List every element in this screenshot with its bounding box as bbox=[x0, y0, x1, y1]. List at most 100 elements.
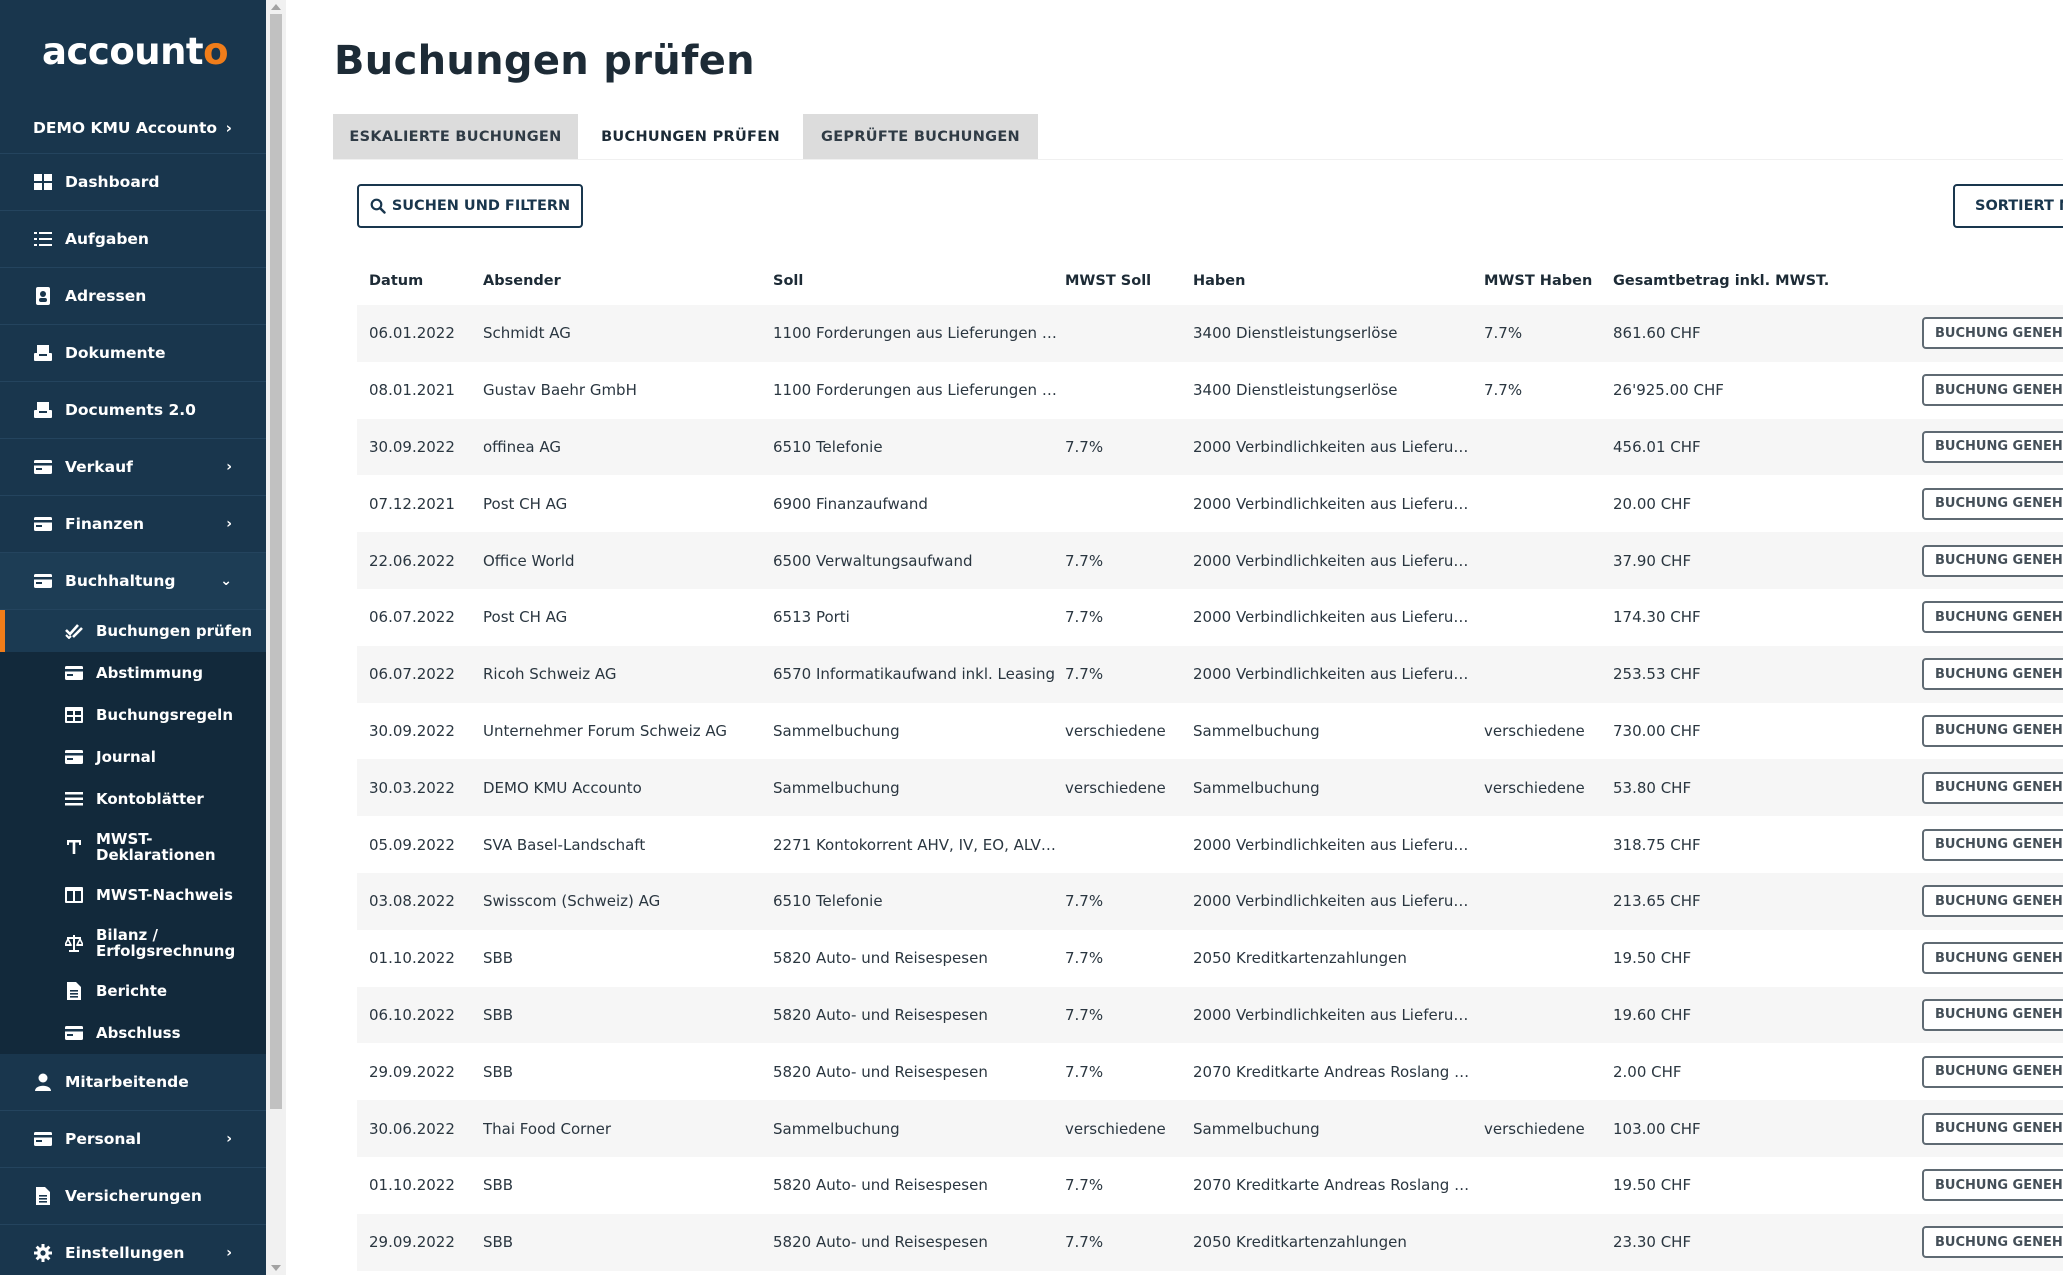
table-row[interactable]: 01.10.2022 SBB 5820 Auto- und Reisespesen 7… bbox=[357, 929, 2063, 987]
sidebar-item-personal[interactable]: Personal › bbox=[0, 1111, 266, 1168]
col-header-absender[interactable]: Absender bbox=[483, 273, 773, 289]
table-row[interactable]: 08.01.2021 Gustav Baehr GmbH 1100 Forderun… bbox=[357, 361, 2063, 419]
table-row[interactable]: 05.09.2022 SVA Basel-Landschaft 2271 Konto… bbox=[357, 816, 2063, 873]
accounto-logo[interactable]: account o bbox=[0, 0, 266, 102]
col-header-datum[interactable]: Datum bbox=[357, 273, 483, 289]
cell-actions: BUCHUNG GENEH bbox=[1922, 771, 2063, 804]
approve-booking-button[interactable]: BUCHUNG GENEH bbox=[1922, 1112, 2063, 1145]
table-row[interactable]: 30.09.2022 offinea AG 6510 Telefonie 7.7% 20… bbox=[357, 418, 2063, 476]
sidebar-item-einstellungen[interactable]: Einstellungen › bbox=[0, 1225, 266, 1275]
scrollbar-thumb[interactable] bbox=[270, 14, 282, 1109]
cell-mwst-soll: 7.7% bbox=[1065, 1005, 1104, 1024]
cell-haben: 2000 Verbindlichkeiten aus Lieferung... bbox=[1193, 551, 1484, 570]
cell-absender: Post CH AG bbox=[483, 608, 568, 627]
tab-gepruefte-buchungen[interactable]: GEPRÜFTE BUCHUNGEN bbox=[803, 114, 1038, 160]
sidebar-item-documents-2-0[interactable]: Documents 2.0 bbox=[0, 382, 266, 439]
approve-booking-button[interactable]: BUCHUNG GENEH bbox=[1922, 430, 2063, 463]
cell-soll: 6510 Telefonie bbox=[773, 437, 883, 456]
table-row[interactable]: 06.10.2022 SBB 5820 Auto- und Reisespesen 7… bbox=[357, 986, 2063, 1044]
table-row[interactable]: 30.06.2022 Thai Food Corner Sammelbuchung v… bbox=[357, 1100, 2063, 1157]
sidebar-subitem-label: MWST- Deklarationen bbox=[96, 831, 216, 863]
sidebar-subitem-abstimmung[interactable]: Abstimmung bbox=[0, 652, 266, 694]
tasks-icon bbox=[33, 230, 53, 248]
approve-booking-button[interactable]: BUCHUNG GENEH bbox=[1922, 942, 2063, 975]
approve-booking-button[interactable]: BUCHUNG GENEH bbox=[1922, 885, 2063, 918]
table-row[interactable]: 29.09.2022 SBB 5820 Auto- und Reisespesen 7… bbox=[357, 1213, 2063, 1271]
sidebar-item-aufgaben[interactable]: Aufgaben bbox=[0, 211, 266, 268]
approve-booking-button[interactable]: BUCHUNG GENEH bbox=[1922, 544, 2063, 577]
approve-booking-button[interactable]: BUCHUNG GENEH bbox=[1922, 714, 2063, 747]
approve-booking-button[interactable]: BUCHUNG GENEH bbox=[1922, 771, 2063, 804]
approve-booking-button[interactable]: BUCHUNG GENEH bbox=[1922, 487, 2063, 520]
table-row[interactable]: 01.10.2022 SBB 5820 Auto- und Reisespesen 7… bbox=[357, 1156, 2063, 1214]
scale-icon bbox=[64, 934, 84, 952]
approve-booking-button[interactable]: BUCHUNG GENEH bbox=[1922, 374, 2063, 407]
table-row[interactable]: 06.07.2022 Post CH AG 6513 Porti 7.7% 2000 V… bbox=[357, 588, 2063, 646]
sidebar-item-label: Einstellungen bbox=[65, 1244, 185, 1262]
sidebar-subitem-label: MWST-Nachweis bbox=[96, 886, 233, 904]
company-switcher[interactable]: DEMO KMU Accounto › bbox=[0, 102, 266, 154]
col-header-gesamtbetrag[interactable]: Gesamtbetrag inkl. MWST. bbox=[1613, 273, 1922, 289]
tab-buchungen-pruefen[interactable]: BUCHUNGEN PRÜFEN bbox=[578, 114, 803, 160]
card-icon bbox=[64, 748, 84, 766]
sidebar-subitem-journal[interactable]: Journal bbox=[0, 736, 266, 778]
sidebar-item-dokumente[interactable]: Dokumente bbox=[0, 325, 266, 382]
sidebar-item-verkauf[interactable]: Verkauf › bbox=[0, 439, 266, 496]
cell-datum: 29.09.2022 bbox=[369, 1062, 455, 1081]
col-header-haben[interactable]: Haben bbox=[1193, 273, 1484, 289]
table-row[interactable]: 30.09.2022 Unternehmer Forum Schweiz AG Sa… bbox=[357, 702, 2063, 760]
sidebar-subitem-berichte[interactable]: Berichte bbox=[0, 970, 266, 1012]
approve-booking-button[interactable]: BUCHUNG GENEH bbox=[1922, 1226, 2063, 1259]
table-row[interactable]: 30.03.2022 DEMO KMU Accounto Sammelbuchung… bbox=[357, 759, 2063, 817]
approve-booking-button[interactable]: BUCHUNG GENEH bbox=[1922, 317, 2063, 350]
sidebar-subitem-abschluss[interactable]: Abschluss bbox=[0, 1012, 266, 1054]
sidebar-scrollbar[interactable] bbox=[266, 0, 286, 1275]
sidebar: account o DEMO KMU Accounto › Dashboard Au… bbox=[0, 0, 266, 1275]
table-row[interactable]: 22.06.2022 Office World 6500 Verwaltungsau… bbox=[357, 532, 2063, 589]
chevron-right-icon: › bbox=[226, 516, 232, 532]
cell-gesamtbetrag: 456.01 CHF bbox=[1613, 437, 1701, 456]
card-icon bbox=[33, 515, 53, 533]
approve-booking-button[interactable]: BUCHUNG GENEH bbox=[1922, 658, 2063, 691]
cell-absender: SBB bbox=[483, 949, 514, 968]
sidebar-subitem-mwst-nachweis[interactable]: MWST-Nachweis bbox=[0, 874, 266, 916]
approve-booking-button[interactable]: BUCHUNG GENEH bbox=[1922, 998, 2063, 1031]
cell-mwst-soll: 7.7% bbox=[1065, 437, 1104, 456]
sidebar-item-label: Versicherungen bbox=[65, 1187, 202, 1205]
cell-datum: 05.09.2022 bbox=[369, 835, 455, 854]
sidebar-item-dashboard[interactable]: Dashboard bbox=[0, 154, 266, 211]
sidebar-subitem-bilanz-erfolgsrechnung[interactable]: Bilanz / Erfolgsrechnung bbox=[0, 916, 266, 970]
approve-booking-button[interactable]: BUCHUNG GENEH bbox=[1922, 1055, 2063, 1088]
sidebar-item-versicherungen[interactable]: Versicherungen bbox=[0, 1168, 266, 1225]
sidebar-item-finanzen[interactable]: Finanzen › bbox=[0, 496, 266, 553]
cell-haben: 2050 Kreditkartenzahlungen bbox=[1193, 1233, 1407, 1252]
card-icon bbox=[64, 1024, 84, 1042]
search-filter-button[interactable]: SUCHEN UND FILTERN bbox=[357, 184, 583, 228]
approve-booking-button[interactable]: BUCHUNG GENEH bbox=[1922, 1169, 2063, 1202]
tab-divider bbox=[333, 159, 2063, 160]
col-header-mwst-soll[interactable]: MWST Soll bbox=[1065, 273, 1193, 289]
sidebar-subitem-buchungsregeln[interactable]: Buchungsregeln bbox=[0, 694, 266, 736]
approve-booking-button[interactable]: BUCHUNG GENEH bbox=[1922, 828, 2063, 861]
table-row[interactable]: 06.01.2022 Schmidt AG 1100 Forderungen aus… bbox=[357, 305, 2063, 362]
cell-datum: 30.03.2022 bbox=[369, 778, 455, 797]
scroll-up-arrow-icon[interactable] bbox=[271, 4, 281, 10]
sidebar-item-adressen[interactable]: Adressen bbox=[0, 268, 266, 325]
sidebar-subitem-kontoblaetter[interactable]: Kontoblätter bbox=[0, 778, 266, 820]
table-row[interactable]: 03.08.2022 Swisscom (Schweiz) AG 6510 Tele… bbox=[357, 872, 2063, 930]
scroll-down-arrow-icon[interactable] bbox=[271, 1265, 281, 1271]
cell-haben: Sammelbuchung bbox=[1193, 721, 1320, 740]
table-row[interactable]: 06.07.2022 Ricoh Schweiz AG 6570 Informati… bbox=[357, 645, 2063, 703]
approve-booking-button[interactable]: BUCHUNG GENEH bbox=[1922, 601, 2063, 634]
col-header-soll[interactable]: Soll bbox=[773, 273, 1065, 289]
sort-button[interactable]: SORTIERT N bbox=[1953, 184, 2063, 228]
cell-mwst-soll: verschiedene bbox=[1065, 721, 1166, 740]
table-row[interactable]: 07.12.2021 Post CH AG 6900 Finanzaufwand 20… bbox=[357, 475, 2063, 533]
sidebar-item-buchhaltung[interactable]: Buchhaltung ⌄ bbox=[0, 553, 266, 610]
col-header-mwst-haben[interactable]: MWST Haben bbox=[1484, 273, 1613, 289]
table-row[interactable]: 29.09.2022 SBB 5820 Auto- und Reisespesen 7… bbox=[357, 1043, 2063, 1101]
tab-eskalierte-buchungen[interactable]: ESKALIERTE BUCHUNGEN bbox=[333, 114, 578, 160]
sidebar-subitem-mwst-deklarationen[interactable]: MWST- Deklarationen bbox=[0, 820, 266, 874]
sidebar-item-mitarbeitende[interactable]: Mitarbeitende bbox=[0, 1054, 266, 1111]
sidebar-subitem-buchungen-pruefen[interactable]: Buchungen prüfen bbox=[0, 610, 266, 652]
